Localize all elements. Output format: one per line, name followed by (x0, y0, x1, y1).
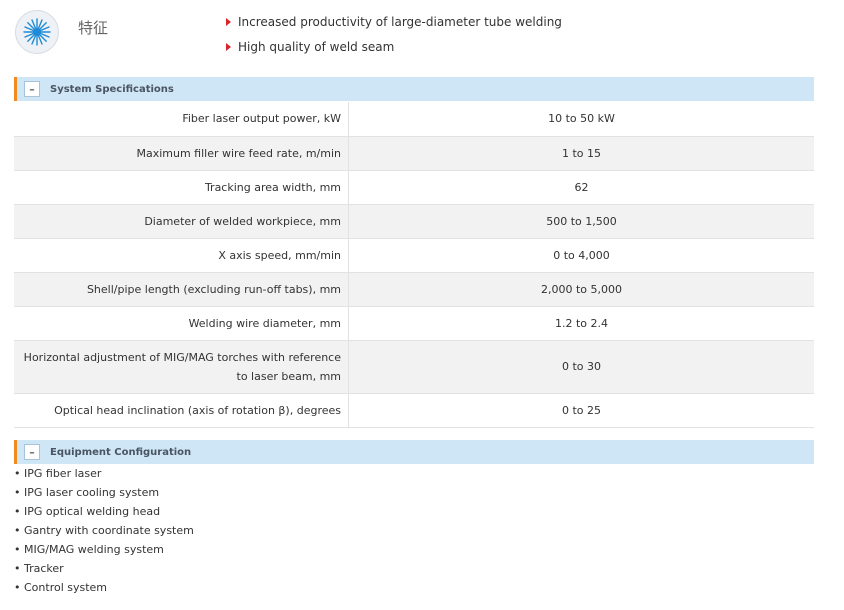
features-header: 特征 Increased productivity of large-diame… (0, 0, 844, 70)
section-title: Equipment Configuration (50, 446, 192, 458)
list-item: Control system (14, 580, 194, 599)
list-item: Tracker (14, 561, 194, 580)
table-row: Welding wire diameter, mm 1.2 to 2.4 (14, 306, 814, 341)
param-cell: Maximum filler wire feed rate, m/min (14, 136, 349, 171)
value-cell: 0 to 4,000 (348, 238, 814, 273)
list-item: IPG fiber laser (14, 466, 194, 485)
features-title: 特征 (78, 19, 109, 37)
equipment-list: IPG fiber laser IPG laser cooling system… (14, 466, 194, 599)
param-cell: Tracking area width, mm (14, 170, 349, 205)
feature-text: Increased productivity of large-diameter… (238, 15, 562, 29)
param-cell: X axis speed, mm/min (14, 238, 349, 273)
value-cell: 0 to 30 (348, 340, 814, 394)
list-item: IPG laser cooling system (14, 485, 194, 504)
feature-text: High quality of weld seam (238, 40, 395, 54)
param-cell: Horizontal adjustment of MIG/MAG torches… (14, 340, 349, 394)
collapse-icon[interactable]: – (24, 81, 40, 97)
param-cell: Fiber laser output power, kW (14, 102, 349, 137)
table-row: X axis speed, mm/min 0 to 4,000 (14, 238, 814, 273)
table-row: Tracking area width, mm 62 (14, 170, 814, 205)
param-cell: Welding wire diameter, mm (14, 306, 349, 341)
value-cell: 62 (348, 170, 814, 205)
param-cell: Optical head inclination (axis of rotati… (14, 393, 349, 428)
laser-burst-icon (15, 10, 59, 54)
value-cell: 10 to 50 kW (348, 102, 814, 137)
value-cell: 1 to 15 (348, 136, 814, 171)
table-row: Horizontal adjustment of MIG/MAG torches… (14, 340, 814, 394)
value-cell: 2,000 to 5,000 (348, 272, 814, 307)
value-cell: 0 to 25 (348, 393, 814, 428)
value-cell: 500 to 1,500 (348, 204, 814, 239)
table-row: Maximum filler wire feed rate, m/min 1 t… (14, 136, 814, 171)
collapse-icon[interactable]: – (24, 444, 40, 460)
specifications-table: Fiber laser output power, kW 10 to 50 kW… (14, 102, 814, 428)
equipment-configuration-header[interactable]: – Equipment Configuration (14, 440, 814, 464)
feature-item: Increased productivity of large-diameter… (226, 15, 562, 40)
param-cell: Shell/pipe length (excluding run-off tab… (14, 272, 349, 307)
list-item: MIG/MAG welding system (14, 542, 194, 561)
table-row: Shell/pipe length (excluding run-off tab… (14, 272, 814, 307)
value-cell: 1.2 to 2.4 (348, 306, 814, 341)
list-item: IPG optical welding head (14, 504, 194, 523)
section-title: System Specifications (50, 83, 174, 95)
param-cell: Diameter of welded workpiece, mm (14, 204, 349, 239)
table-row: Optical head inclination (axis of rotati… (14, 393, 814, 428)
table-row: Fiber laser output power, kW 10 to 50 kW (14, 102, 814, 137)
feature-list: Increased productivity of large-diameter… (226, 15, 562, 65)
table-row: Diameter of welded workpiece, mm 500 to … (14, 204, 814, 239)
triangle-icon (226, 18, 231, 26)
triangle-icon (226, 43, 231, 51)
list-item: Gantry with coordinate system (14, 523, 194, 542)
system-specifications-header[interactable]: – System Specifications (14, 77, 814, 101)
feature-item: High quality of weld seam (226, 40, 562, 65)
